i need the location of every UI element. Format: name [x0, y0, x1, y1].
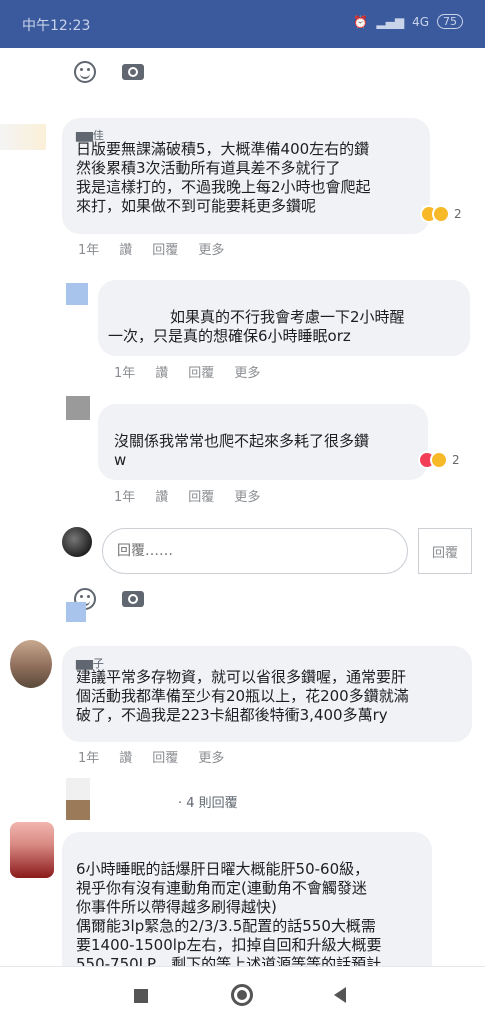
like-button[interactable]: 讚 [119, 747, 132, 766]
like-button[interactable]: 讚 [155, 362, 168, 381]
reaction-count: 2 [454, 207, 462, 221]
comment-bubble: 6小時睡眠的話爆肝日曜大概能肝50-60級， 視乎你有沒有連動角而定(連動角不會… [62, 832, 432, 982]
reply-bubble: 如果真的不行我會考慮一下2小時醒 一次，只是真的想確保6小時睡眠orz [98, 280, 470, 356]
reply-text: 沒關係我常常也爬不起來多耗了很多鑽 w [114, 432, 370, 469]
reply-actions: 1年 讚 回覆 更多 [114, 362, 260, 381]
comment-actions: 1年 讚 回覆 更多 [78, 747, 224, 766]
emoji-icon[interactable] [74, 61, 96, 83]
avatar[interactable] [0, 124, 46, 150]
reply-input[interactable] [102, 528, 408, 574]
redacted-avatar [66, 602, 86, 622]
comment-time: 1年 [78, 243, 100, 258]
comment-bubble: ▆▆子 建議平常多存物資，就可以省很多鑽喔，通常要肝 個活動我都準備至少有20瓶… [62, 646, 472, 742]
more-link[interactable]: 更多 [234, 486, 260, 505]
alarm-icon: ⏰ [353, 14, 369, 29]
reply-text: 如果真的不行我會考慮一下2小時醒 一次，只是真的想確保6小時睡眠orz [108, 308, 405, 345]
comment-text: 6小時睡眠的話爆肝日曜大概能肝50-60級， 視乎你有沒有連動角而定(連動角不會… [76, 860, 382, 973]
network-type: 4G [412, 14, 429, 29]
reaction-summary[interactable]: 2 [420, 205, 462, 223]
reply-actions: 1年 讚 回覆 更多 [114, 486, 260, 505]
more-link[interactable]: 更多 [198, 239, 224, 258]
comment-author[interactable]: ▆▆子 [76, 654, 458, 670]
sad-reaction-icon [432, 205, 450, 223]
like-button[interactable]: 讚 [119, 239, 132, 258]
avatar[interactable] [66, 396, 90, 420]
recent-apps-button[interactable] [134, 989, 148, 1003]
reply-link[interactable]: 回覆 [152, 747, 178, 766]
back-button[interactable] [334, 987, 346, 1003]
camera-icon[interactable] [122, 591, 144, 607]
avatar[interactable] [66, 283, 88, 305]
view-replies-link[interactable]: · 4 則回覆 [178, 792, 238, 811]
system-navigation-bar [0, 966, 485, 1025]
reply-time: 1年 [114, 490, 136, 505]
like-button[interactable]: 讚 [155, 486, 168, 505]
comment-author[interactable]: ▆▆佳 [76, 126, 416, 142]
camera-icon[interactable] [122, 64, 144, 80]
status-bar: 中午12:23 ⏰ ▂▄▆ 4G 75 [0, 0, 485, 48]
redacted-avatar [66, 800, 90, 820]
comment-text: 建議平常多存物資，就可以省很多鑽喔，通常要肝 個活動我都準備至少有20瓶以上，花… [76, 668, 409, 724]
reaction-count: 2 [452, 453, 460, 467]
battery-icon: 75 [437, 14, 463, 29]
status-time: 中午12:23 [22, 18, 91, 34]
reply-time: 1年 [114, 366, 136, 381]
reply-bubble: 沒關係我常常也爬不起來多耗了很多鑽 w [98, 404, 428, 480]
more-link[interactable]: 更多 [198, 747, 224, 766]
more-link[interactable]: 更多 [234, 362, 260, 381]
avatar[interactable] [10, 822, 54, 878]
signal-icon: ▂▄▆ [376, 14, 405, 29]
reaction-summary[interactable]: 2 [418, 451, 460, 469]
reply-submit-button[interactable]: 回覆 [418, 528, 472, 574]
current-user-avatar [62, 527, 92, 557]
reply-link[interactable]: 回覆 [188, 362, 214, 381]
avatar[interactable] [10, 640, 52, 688]
comment-actions: 1年 讚 回覆 更多 [78, 239, 224, 258]
comment-time: 1年 [78, 751, 100, 766]
attach-toolbar [74, 61, 144, 83]
status-indicators: ⏰ ▂▄▆ 4G 75 [353, 14, 463, 29]
comment-bubble: ▆▆佳 日版要無課滿破積5，大概準備400左右的鑽 然後累積3次活動所有道具差不… [62, 118, 430, 234]
reply-link[interactable]: 回覆 [152, 239, 178, 258]
home-button[interactable] [231, 984, 253, 1006]
comment-text: 日版要無課滿破積5，大概準備400左右的鑽 然後累積3次活動所有道具差不多就行了… [76, 140, 371, 215]
sad-reaction-icon [430, 451, 448, 469]
redacted-avatar [66, 778, 90, 802]
reply-link[interactable]: 回覆 [188, 486, 214, 505]
